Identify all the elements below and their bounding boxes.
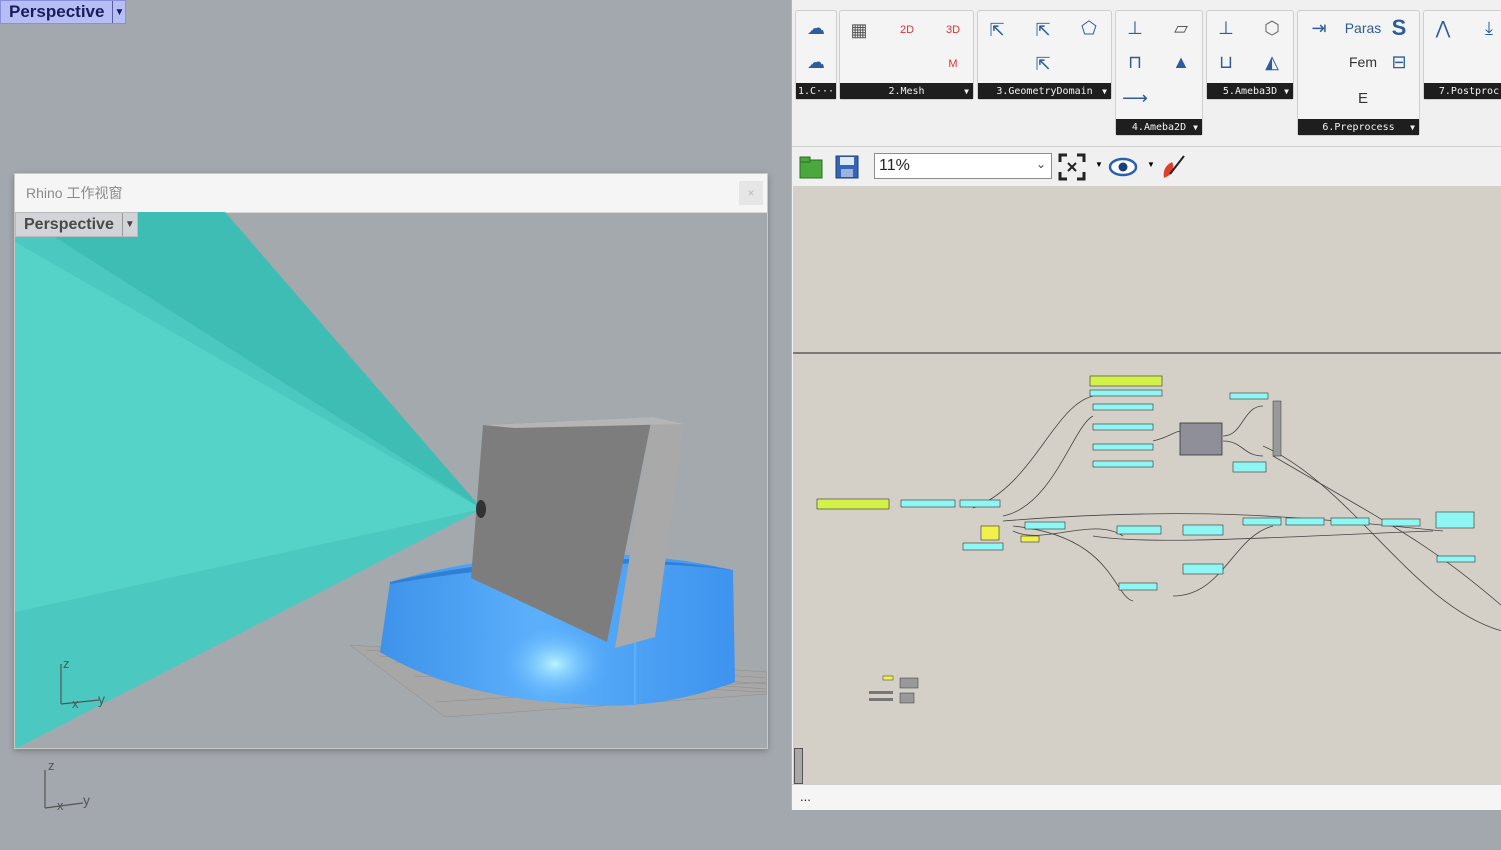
chevron-down-icon[interactable]: ▼ (1147, 160, 1155, 169)
shape-2d-icon[interactable]: ▱ (1164, 13, 1198, 43)
cloud-login-icon[interactable]: ☁ (799, 13, 833, 43)
3d-scene[interactable] (15, 212, 767, 749)
floating-viewport-tab[interactable]: Perspective ▼ (15, 212, 138, 237)
axes-widget-background: z x y (44, 758, 90, 813)
arrow-2d-icon[interactable]: ⟶ (1118, 83, 1152, 113)
ribbon-group-label-text: 5.Ameba3D (1222, 85, 1278, 97)
wires (972, 395, 1501, 632)
chevron-down-icon[interactable]: ▼ (112, 1, 125, 23)
zoom-extents-icon[interactable] (1057, 152, 1087, 182)
fem-icon[interactable]: Fem (1346, 47, 1380, 77)
select-x-icon[interactable]: ⇱ (980, 15, 1014, 45)
elastic-e-icon[interactable]: E (1346, 83, 1380, 113)
ribbon-group-ameba2d[interactable]: ⊥ ▱ ⊓ ▲ ⟶ 4.Ameba2D ▼ (1115, 10, 1203, 136)
support-2d-icon[interactable]: ⊥ (1118, 13, 1152, 43)
axis-z-label: z (63, 656, 70, 671)
ribbon-group-label: 7.Postproc (1424, 83, 1501, 99)
ribbon-group-cloud[interactable]: ☁ ☁ 1.C··· (795, 10, 837, 100)
import-icon[interactable]: ⇥ (1302, 13, 1336, 43)
ameba-logo-icon[interactable]: ⋀ (1426, 13, 1460, 43)
cone-2d-icon[interactable]: ▲ (1164, 47, 1198, 77)
rhino-floating-viewport[interactable]: Rhino 工作视窗 × Perspective ▼ z x y (14, 173, 768, 749)
mesh-m-icon[interactable]: M (936, 49, 970, 79)
ribbon-group-label: 3.GeometryDomain ▼ (978, 83, 1111, 99)
zoom-value: 11% (879, 157, 910, 174)
cluster-top (1089, 375, 1282, 473)
node-graph (793, 352, 1501, 704)
select-curve-icon[interactable]: ⇱ (1026, 15, 1060, 45)
select-line-icon[interactable]: ⇱ (1026, 49, 1060, 79)
ribbon-group-label-text: 2.Mesh (888, 85, 925, 97)
ribbon-group-label-text: 4.Ameba2D (1131, 121, 1187, 133)
zoom-dropdown[interactable]: 11% ⌄ (874, 153, 1052, 179)
mesh-3d-icon[interactable]: 3D (936, 15, 970, 45)
axes-widget-floating: z x y (60, 656, 105, 711)
viewport-titlebar[interactable]: Rhino 工作视窗 × (15, 174, 767, 213)
ribbon-group-label: 5.Ameba3D ▼ (1207, 83, 1293, 99)
chevron-down-icon[interactable]: ▼ (1095, 160, 1103, 169)
ribbon-group-label: 1.C··· (796, 83, 836, 99)
axis-x-label: x (57, 798, 64, 813)
ribbon-group-label: 4.Ameba2D ▼ (1116, 119, 1202, 135)
expand-arrow-icon[interactable]: ▼ (1284, 87, 1289, 96)
chevron-down-icon[interactable]: ▼ (121, 213, 137, 236)
chevron-down-icon[interactable]: ⌄ (1036, 157, 1046, 171)
status-bar: ... (792, 784, 1501, 810)
download-icon[interactable]: ⤓ (1472, 13, 1501, 43)
ribbon-group-mesh[interactable]: ▦ 2D 3D M 2.Mesh ▼ (839, 10, 974, 100)
ribbon-group-label: 6.Preprocess ▼ (1298, 119, 1419, 135)
viewport-name[interactable]: Perspective (1, 2, 112, 22)
ribbon-group-label: 2.Mesh ▼ (840, 83, 973, 99)
axis-y-label: y (83, 792, 90, 808)
axis-y-label: y (98, 691, 105, 707)
mesh-2d-icon[interactable]: 2D (890, 15, 924, 45)
close-icon[interactable]: × (739, 181, 763, 205)
s-icon[interactable]: S (1382, 13, 1416, 43)
grasshopper-canvas[interactable] (793, 186, 1501, 784)
ribbon-group-label-text: 6.Preprocess (1322, 121, 1395, 133)
sketch-pen-icon[interactable] (1158, 152, 1188, 182)
viewport-title: Rhino 工作视窗 (26, 185, 123, 201)
ribbon-group-geometrydomain[interactable]: ⇱ ⇱ ⬠ ⇱ 3.GeometryDomain ▼ (977, 10, 1112, 100)
section-icon[interactable]: ⊟ (1382, 47, 1416, 77)
pyramid-3d-icon[interactable]: ◭ (1255, 47, 1289, 77)
load-3d-icon[interactable]: ⊔ (1209, 47, 1243, 77)
support-3d-icon[interactable]: ⊥ (1209, 13, 1243, 43)
preview-eye-icon[interactable] (1108, 152, 1138, 182)
select-region-icon[interactable]: ⬠ (1072, 13, 1106, 43)
background-viewport-tab[interactable]: Perspective ▼ (0, 0, 127, 24)
folder-open-icon[interactable]: ▦ (842, 15, 876, 45)
open-file-icon[interactable] (796, 152, 826, 182)
save-file-icon[interactable] (832, 152, 862, 182)
axis-x-label: x (72, 696, 79, 711)
viewport-name[interactable]: Perspective (16, 216, 122, 234)
axis-z-label: z (48, 758, 55, 773)
canvas-scroll-thumb[interactable] (794, 748, 803, 784)
expand-arrow-icon[interactable]: ▼ (1102, 87, 1107, 96)
load-2d-icon[interactable]: ⊓ (1118, 47, 1152, 77)
ribbon-group-preprocess[interactable]: ⇥ Paras S Fem ⊟ E 6.Preprocess ▼ (1297, 10, 1420, 136)
box-3d-icon[interactable]: ⬡ (1255, 13, 1289, 43)
cloud-sync-icon[interactable]: ☁ (799, 47, 833, 77)
component-ribbon: ☁ ☁ 1.C··· ▦ 2D 3D M 2.Mesh ▼ ⇱ ⇱ ⬠ ⇱ 3.G… (792, 8, 1501, 138)
cluster-small (869, 675, 919, 704)
paras-icon[interactable]: Paras (1345, 13, 1382, 43)
ribbon-group-postprocess[interactable]: ⋀ ⤓ 7.Postproc (1423, 10, 1501, 100)
ribbon-group-ameba3d[interactable]: ⊥ ⬡ ⊔ ◭ 5.Ameba3D ▼ (1206, 10, 1294, 100)
grasshopper-window[interactable]: ☁ ☁ 1.C··· ▦ 2D 3D M 2.Mesh ▼ ⇱ ⇱ ⬠ ⇱ 3.G… (791, 0, 1501, 810)
expand-arrow-icon[interactable]: ▼ (964, 87, 969, 96)
ribbon-group-label-text: 3.GeometryDomain (996, 85, 1093, 97)
expand-arrow-icon[interactable]: ▼ (1410, 123, 1415, 132)
canvas-toolbar: 11% ⌄ ▼ ▼ (792, 146, 1501, 187)
cluster-main (816, 498, 1476, 591)
expand-arrow-icon[interactable]: ▼ (1193, 123, 1198, 132)
